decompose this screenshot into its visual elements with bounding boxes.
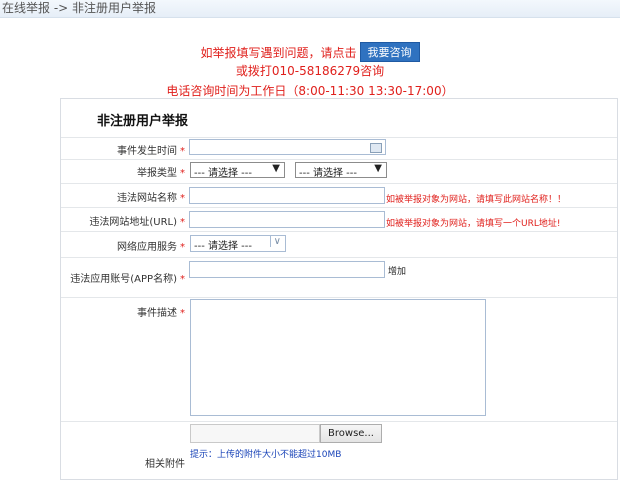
site-url-hint: 如被举报对象为网站，请填写一个URL地址! xyxy=(386,219,561,229)
site-name-hint: 如被举报对象为网站，请填写此网站名称！！ xyxy=(386,195,567,205)
description-textarea[interactable] xyxy=(190,299,486,416)
row-account: 违法应用账号(APP名称) * 增加 xyxy=(61,257,617,298)
row-report-type: 举报类型 * --- 请选择 --- ▼ --- 请选择 --- ▼ xyxy=(61,159,617,184)
site-url-label: 违法网站地址(URL) * xyxy=(89,217,185,228)
calendar-icon[interactable] xyxy=(370,143,382,153)
description-label: 事件描述 * xyxy=(137,308,185,319)
attachment-label: 相关附件 xyxy=(145,459,185,470)
network-service-select[interactable]: --- 请选择 --- ∨ xyxy=(190,235,286,252)
report-type-select-1[interactable]: --- 请选择 --- ▼ xyxy=(190,162,285,179)
chevron-down-icon: ▼ xyxy=(272,163,280,174)
row-description: 事件描述 * xyxy=(61,297,617,422)
notice-line-1: 如举报填写遇到问题，请点击 我要咨询 xyxy=(0,42,620,62)
notice-text: 如举报填写遇到问题，请点击 xyxy=(200,46,357,60)
notice-line-3: 电话咨询时间为工作日（8:00-11:30 13:30-17:00） xyxy=(166,84,454,98)
chevron-down-icon: ▼ xyxy=(374,163,382,174)
row-attachment: 相关附件 Browse... 提示：上传的附件大小不能超过10MB xyxy=(61,421,617,481)
ask-consult-button[interactable]: 我要咨询 xyxy=(359,42,420,62)
row-site-name: 违法网站名称 * 如被举报对象为网站，请填写此网站名称！！ xyxy=(61,183,617,208)
browse-button[interactable]: Browse... xyxy=(320,424,382,443)
breadcrumb: 在线举报 -> 非注册用户举报 xyxy=(2,1,157,15)
report-form: 非注册用户举报 事件发生时间 * 举报类型 * --- 请选择 --- ▼ --- 请… xyxy=(60,98,618,480)
network-service-label: 网络应用服务 * xyxy=(117,242,185,253)
breadcrumb-bar: 在线举报 -> 非注册用户举报 xyxy=(0,0,620,18)
site-name-label: 违法网站名称 * xyxy=(117,193,185,204)
report-type-label: 举报类型 * xyxy=(137,168,185,179)
attachment-tip: 提示：上传的附件大小不能超过10MB xyxy=(190,450,342,460)
form-title: 非注册用户举报 xyxy=(97,114,189,129)
event-time-label: 事件发生时间 * xyxy=(117,146,185,157)
add-account-link[interactable]: 增加 xyxy=(388,264,406,277)
chevron-down-icon: ∨ xyxy=(269,236,281,247)
account-label: 违法应用账号(APP名称) * xyxy=(70,274,185,285)
site-name-input[interactable] xyxy=(189,187,385,204)
file-path-field[interactable] xyxy=(190,424,320,443)
event-time-input[interactable] xyxy=(189,139,386,155)
row-event-time: 事件发生时间 * xyxy=(61,137,617,160)
form-title-row: 非注册用户举报 xyxy=(61,99,617,138)
notice-line-2: 或拨打010-58186279咨询 xyxy=(235,64,385,78)
site-url-input[interactable] xyxy=(189,211,385,228)
row-network-service: 网络应用服务 * --- 请选择 --- ∨ xyxy=(61,231,617,258)
report-type-select-2[interactable]: --- 请选择 --- ▼ xyxy=(295,162,387,179)
row-site-url: 违法网站地址(URL) * 如被举报对象为网站，请填写一个URL地址! xyxy=(61,207,617,232)
account-input[interactable] xyxy=(189,261,385,278)
